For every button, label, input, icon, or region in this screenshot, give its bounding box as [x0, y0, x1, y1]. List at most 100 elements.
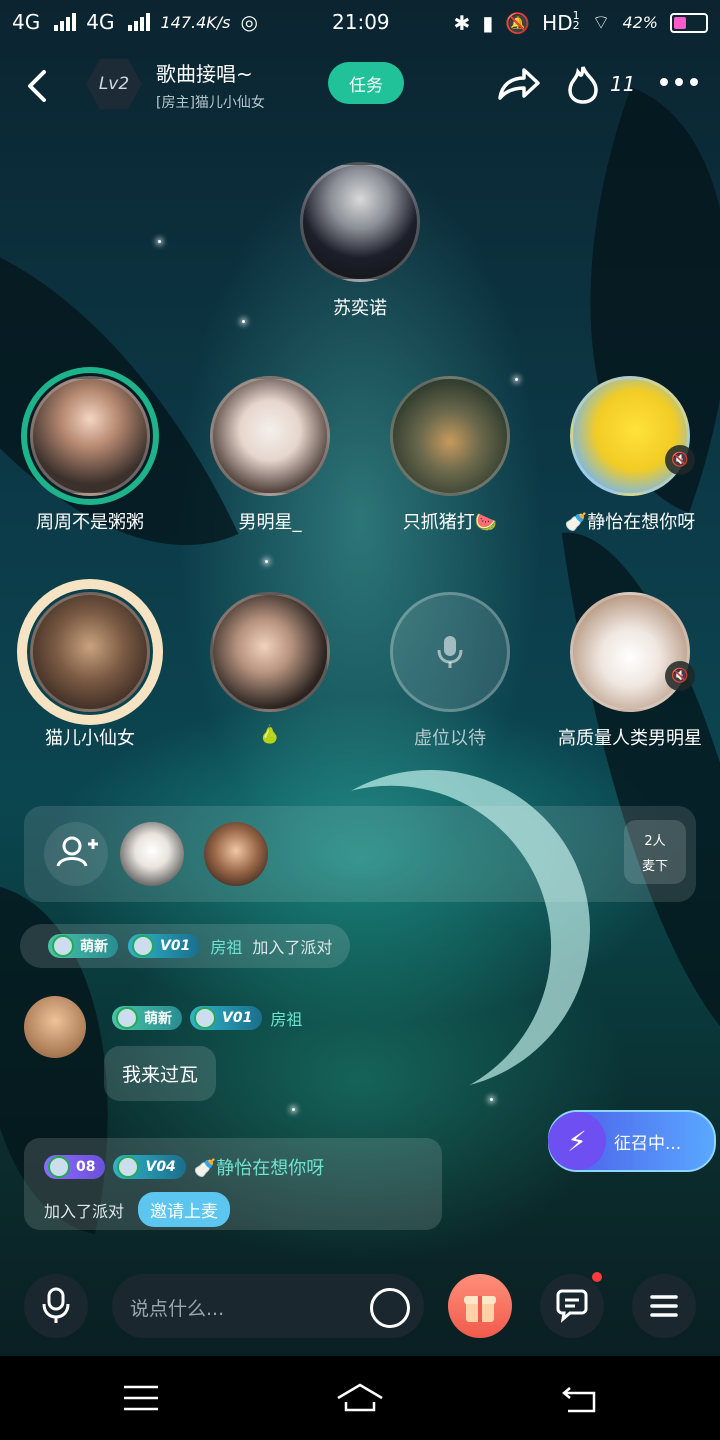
network-label: 4G: [86, 10, 115, 34]
back-nav-icon[interactable]: [560, 1382, 598, 1414]
mic-queue-bar: 2人 麦下: [24, 806, 696, 902]
battery-percent: 42%: [622, 13, 658, 32]
avatar[interactable]: 🔇: [570, 376, 695, 496]
seat-1[interactable]: 周周不是粥粥: [5, 367, 175, 534]
mic-muted-icon: 🔇: [665, 445, 695, 475]
username[interactable]: 🍼静怡在想你呀: [194, 1154, 324, 1180]
mute-bell-icon: 🔕: [505, 10, 531, 35]
task-button[interactable]: 任务: [328, 62, 404, 104]
sparkle: [490, 1098, 493, 1101]
chat-button[interactable]: [540, 1272, 604, 1338]
recruit-button[interactable]: ⚡ 征召中...: [548, 1110, 716, 1172]
chat-bubble-icon: [556, 1289, 588, 1323]
seat-2[interactable]: 男明星_: [185, 376, 355, 534]
message-text: 加入了派对: [252, 938, 333, 957]
newbie-badge: 萌新: [48, 934, 118, 958]
mic-muted-icon: 🔇: [665, 661, 695, 691]
input-placeholder: 说点什么...: [130, 1298, 225, 1320]
avatar[interactable]: [210, 376, 330, 496]
menu-icon: [650, 1295, 678, 1317]
system-message: 萌新 V01 房祖 加入了派对: [20, 924, 351, 968]
message-text: 加入了派对: [44, 1201, 125, 1221]
invite-to-mic-button[interactable]: 邀请上麦: [138, 1192, 231, 1227]
vip-badge: V01: [190, 1006, 263, 1030]
avatar[interactable]: 🔇: [570, 592, 695, 712]
seat-name: 高质量人类男明星: [558, 728, 702, 749]
queue-avatar[interactable]: [204, 822, 268, 886]
seat-name: 🍼静怡在想你呀: [564, 512, 696, 533]
username[interactable]: 房祖: [270, 1006, 302, 1030]
seat-host[interactable]: 苏奕诺: [275, 162, 445, 320]
menu-button[interactable]: [632, 1274, 696, 1338]
username[interactable]: 房祖: [210, 934, 242, 958]
emoji-icon[interactable]: [370, 1288, 410, 1328]
vibrate-icon: ▮: [482, 10, 494, 35]
room-host-label: [房主]猫儿小仙女: [156, 95, 265, 111]
sparkle: [265, 560, 268, 563]
avatar[interactable]: [300, 162, 420, 282]
back-icon[interactable]: [20, 66, 60, 106]
newbie-badge: 萌新: [112, 1006, 182, 1030]
share-icon[interactable]: [494, 64, 542, 104]
seat-7-empty[interactable]: 虚位以待: [365, 592, 535, 750]
system-nav-bar: [0, 1356, 720, 1440]
queue-avatar[interactable]: [120, 822, 184, 886]
signal-icon: [128, 13, 151, 31]
net-speed: 147.4K/s: [160, 12, 231, 32]
seat-4[interactable]: 🔇 🍼静怡在想你呀: [545, 376, 715, 534]
seat-8[interactable]: 🔇 高质量人类男明星: [545, 592, 715, 750]
gift-button[interactable]: [448, 1274, 512, 1338]
heat-indicator[interactable]: 11: [566, 64, 635, 104]
status-bar: 4G 4G 147.4K/s ◎ 21:09 ✱ ▮ 🔕 HD 1 2 ⌔ 42…: [0, 0, 720, 48]
heat-value: 11: [610, 72, 636, 96]
avatar[interactable]: [17, 579, 163, 725]
vip-badge: V04: [113, 1155, 186, 1179]
seat-5[interactable]: 猫儿小仙女: [5, 579, 175, 750]
home-icon[interactable]: [336, 1382, 384, 1414]
join-message-card: 08 V04 🍼静怡在想你呀 加入了派对 邀请上麦: [24, 1138, 442, 1230]
recent-apps-icon[interactable]: [122, 1384, 160, 1412]
room-header: Lv2 歌曲接唱~ [房主]猫儿小仙女 任务 11: [0, 50, 720, 120]
seat-name: 猫儿小仙女: [45, 728, 135, 749]
level-badge: Lv2: [86, 58, 142, 110]
avatar[interactable]: [390, 376, 510, 496]
room-title[interactable]: 歌曲接唱~: [156, 58, 253, 87]
hotspot-icon: ◎: [240, 10, 258, 34]
sparkle: [158, 240, 161, 243]
add-user-button[interactable]: [44, 822, 108, 886]
sparkle: [242, 320, 245, 323]
empty-seat[interactable]: [390, 592, 510, 712]
avatar[interactable]: [21, 367, 159, 505]
seat-name: 虚位以待: [414, 728, 486, 749]
avatar[interactable]: [210, 592, 330, 712]
avatar[interactable]: [24, 996, 86, 1058]
clock: 21:09: [332, 10, 390, 34]
seat-6[interactable]: 🍐: [185, 592, 355, 745]
more-icon[interactable]: [660, 78, 698, 86]
level-badge: 08: [44, 1155, 106, 1179]
add-user-icon: [56, 836, 98, 867]
notification-dot: [592, 1272, 602, 1282]
seat-name: 男明星_: [238, 512, 302, 533]
chat-bubble: 我来过瓦: [104, 1046, 217, 1101]
bluetooth-icon: ✱: [453, 10, 471, 35]
speaking-ring: [21, 367, 159, 505]
lightning-icon: ⚡: [548, 1112, 606, 1170]
vip-badge: V01: [128, 934, 201, 958]
network-label: 4G: [12, 10, 41, 34]
seat-3[interactable]: 只抓猪打🍉: [365, 376, 535, 534]
seat-name: 🍐: [258, 724, 282, 745]
seat-name: 苏奕诺: [333, 298, 387, 319]
message-input[interactable]: 说点什么...: [112, 1274, 424, 1338]
microphone-icon: [437, 636, 463, 668]
avatar-frame: [17, 579, 163, 725]
offmic-count[interactable]: 2人 麦下: [624, 820, 686, 884]
seat-name: 只抓猪打🍉: [402, 512, 498, 533]
flame-icon: [568, 66, 598, 104]
hd-label: HD 1 2: [542, 8, 580, 35]
microphone-button[interactable]: [24, 1274, 88, 1338]
sparkle: [292, 1108, 295, 1111]
signal-icon: [54, 13, 77, 31]
seat-name: 周周不是粥粥: [36, 512, 144, 533]
battery-icon: [670, 12, 708, 33]
